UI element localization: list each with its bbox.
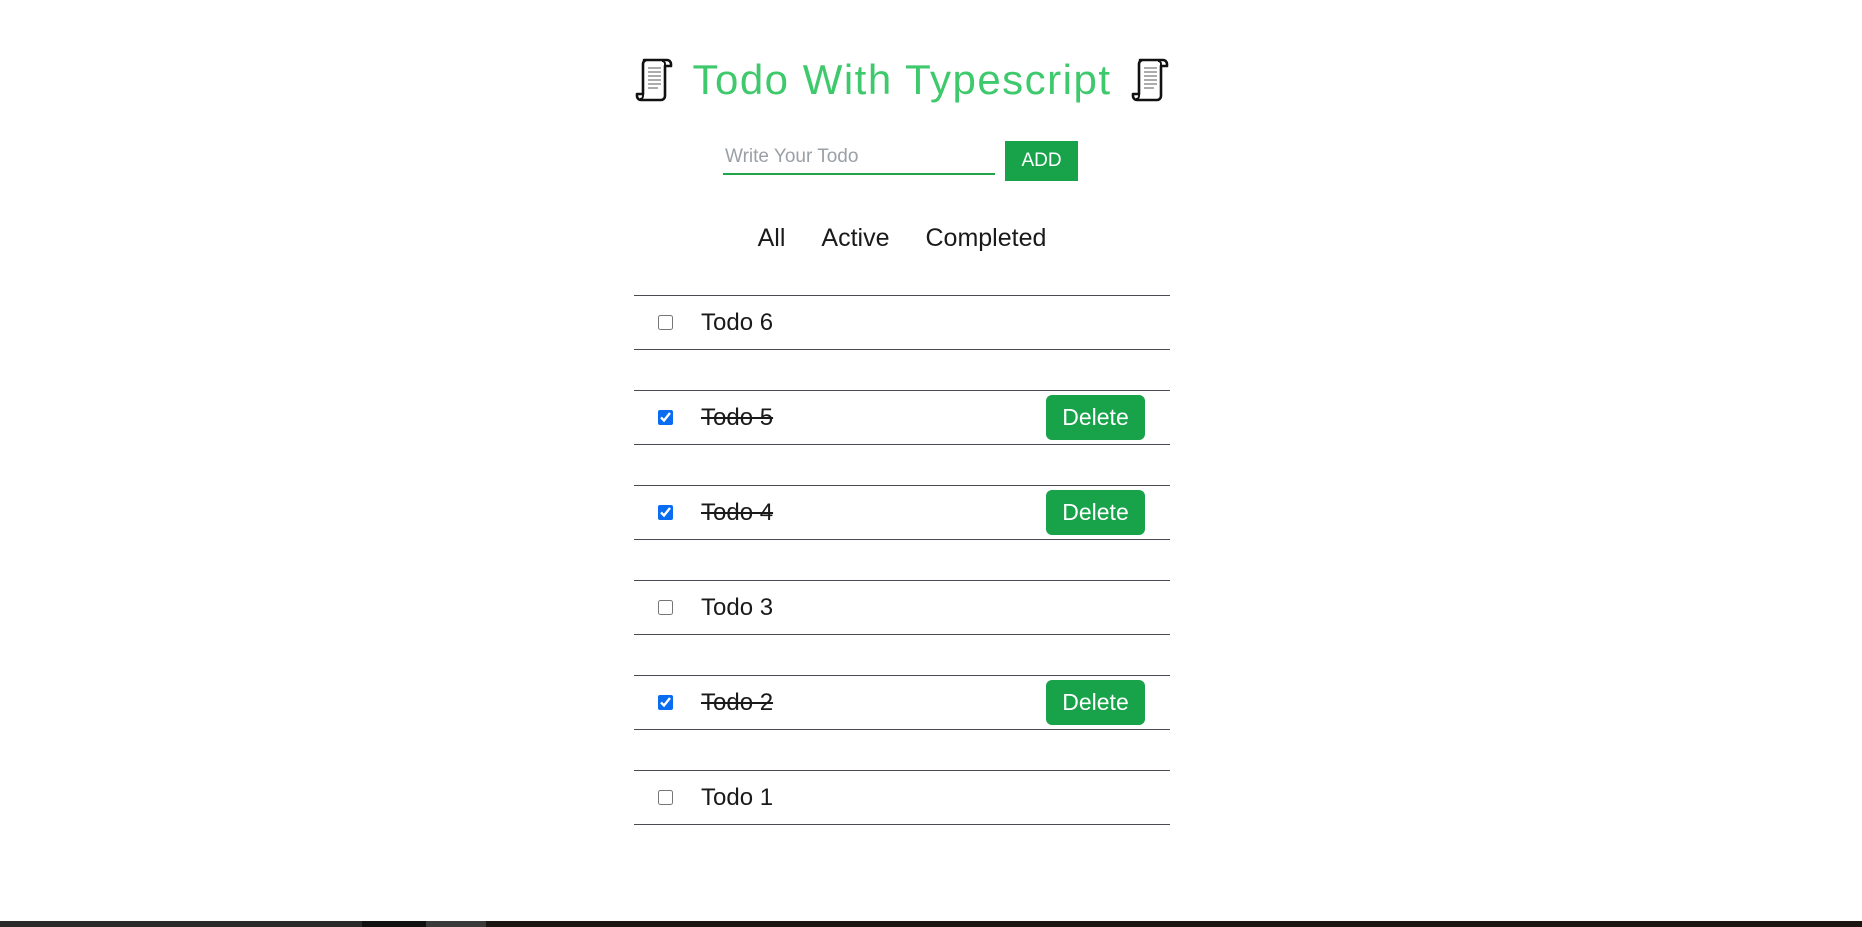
- todo-checkbox[interactable]: [658, 790, 673, 805]
- app-title: Todo With Typescript: [692, 56, 1112, 103]
- filter-tab-completed[interactable]: Completed: [925, 221, 1046, 255]
- todo-item: Todo 2 Delete: [634, 675, 1170, 730]
- todo-input[interactable]: [723, 141, 995, 175]
- todo-text: Todo 3: [701, 593, 774, 621]
- todo-text: Todo 2: [701, 688, 774, 716]
- delete-button[interactable]: Delete: [1046, 680, 1145, 725]
- todo-checkbox[interactable]: [658, 315, 673, 330]
- delete-button[interactable]: Delete: [1046, 490, 1145, 535]
- delete-button[interactable]: Delete: [1046, 395, 1145, 440]
- filter-tab-all[interactable]: All: [758, 221, 786, 255]
- todo-checkbox[interactable]: [658, 505, 673, 520]
- taskbar-segment: [486, 921, 1862, 927]
- todo-checkbox[interactable]: [658, 695, 673, 710]
- todo-list: Todo 6 Todo 5 Delete Todo 4 Delete Todo …: [634, 295, 1170, 865]
- todo-checkbox[interactable]: [658, 600, 673, 615]
- taskbar-segment: [362, 921, 426, 927]
- todo-text: Todo 5: [701, 403, 774, 431]
- taskbar-segment: [426, 921, 486, 927]
- todo-item: Todo 1: [634, 770, 1170, 825]
- todo-item: Todo 3: [634, 580, 1170, 635]
- scroll-icon: [634, 56, 674, 104]
- todo-text: Todo 4: [701, 498, 774, 526]
- todo-text: Todo 6: [701, 308, 774, 336]
- todo-checkbox[interactable]: [658, 410, 673, 425]
- app-header: Todo With Typescript: [634, 54, 1170, 106]
- add-todo-form: ADD: [723, 141, 1078, 181]
- taskbar-strip: [0, 921, 1862, 927]
- todo-item: Todo 4 Delete: [634, 485, 1170, 540]
- todo-item: Todo 6: [634, 295, 1170, 350]
- taskbar-segment: [0, 921, 362, 927]
- todo-item: Todo 5 Delete: [634, 390, 1170, 445]
- filter-tabs: All Active Completed: [634, 221, 1170, 255]
- scroll-icon: [1130, 56, 1170, 104]
- todo-text: Todo 1: [701, 783, 774, 811]
- add-button[interactable]: ADD: [1005, 141, 1078, 181]
- filter-tab-active[interactable]: Active: [821, 221, 889, 255]
